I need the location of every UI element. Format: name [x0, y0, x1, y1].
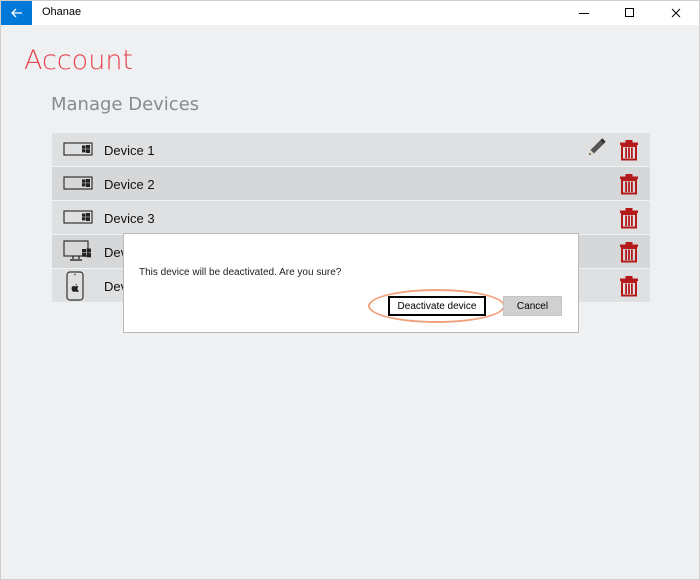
app-title: Ohanae: [42, 6, 82, 18]
delete-button[interactable]: [618, 139, 640, 166]
cancel-button[interactable]: Cancel: [503, 296, 562, 316]
delete-button[interactable]: [618, 275, 640, 302]
app-window: Ohanae Account Manage Devices Device 1 D…: [0, 0, 700, 580]
back-button[interactable]: [1, 1, 32, 25]
windows-desktop-icon: [63, 240, 91, 261]
minimize-button[interactable]: [561, 1, 607, 25]
trash-icon: [620, 276, 638, 297]
dialog-message: This device will be deactivated. Are you…: [139, 267, 342, 278]
title-bar: Ohanae: [1, 1, 699, 25]
maximize-button[interactable]: [607, 1, 653, 25]
edit-button[interactable]: [585, 138, 607, 165]
section-title: Manage Devices: [51, 94, 200, 115]
minimize-icon: [579, 13, 589, 14]
trash-icon: [620, 208, 638, 229]
confirm-dialog: This device will be deactivated. Are you…: [123, 233, 579, 333]
delete-button[interactable]: [618, 207, 640, 234]
maximize-icon: [625, 8, 634, 17]
device-name: Device 1: [104, 143, 155, 158]
trash-icon: [620, 174, 638, 195]
close-button[interactable]: [653, 1, 699, 25]
device-name: Device 3: [104, 211, 155, 226]
windows-laptop-icon: [63, 210, 93, 224]
delete-button[interactable]: [618, 241, 640, 268]
trash-icon: [620, 140, 638, 161]
windows-laptop-icon: [63, 176, 93, 190]
close-icon: [671, 8, 681, 18]
device-name: Device 2: [104, 177, 155, 192]
deactivate-device-button[interactable]: Deactivate device: [388, 296, 486, 316]
device-row[interactable]: Device 1: [52, 133, 650, 167]
pencil-icon: [589, 138, 606, 155]
page-title: Account: [24, 45, 134, 76]
device-row[interactable]: Device 2: [52, 167, 650, 201]
trash-icon: [620, 242, 638, 263]
windows-laptop-icon: [63, 142, 93, 156]
delete-button[interactable]: [618, 173, 640, 200]
back-arrow-icon: [10, 8, 22, 18]
device-row[interactable]: Device 3: [52, 201, 650, 235]
apple-phone-icon: [66, 271, 84, 301]
